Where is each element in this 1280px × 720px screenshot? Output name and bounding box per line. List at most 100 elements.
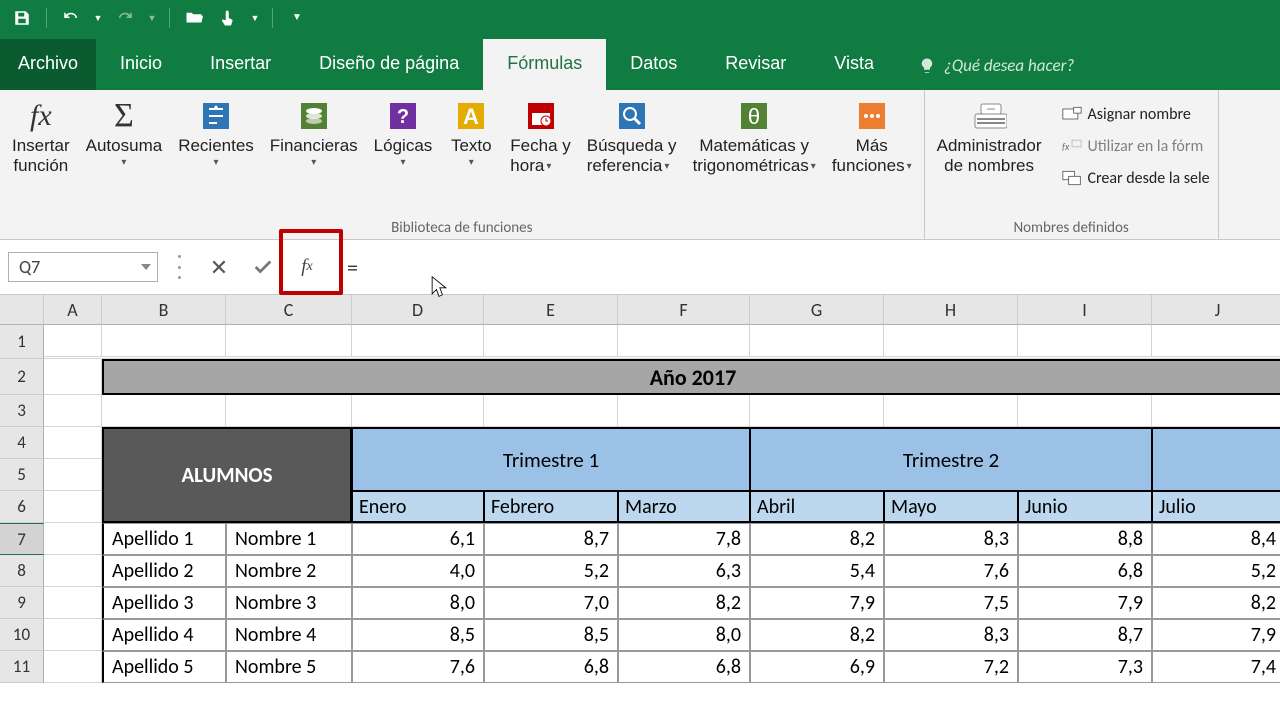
grade-cell[interactable]: 6,8 — [484, 651, 618, 683]
grade-cell[interactable]: 7,6 — [352, 651, 484, 683]
trimester-header[interactable]: Trimestre 1 — [352, 427, 750, 459]
row-header[interactable]: 5 — [0, 459, 44, 491]
row-header[interactable]: 6 — [0, 491, 44, 523]
row-header[interactable]: 10 — [0, 619, 44, 651]
select-all-corner[interactable] — [0, 295, 44, 325]
tab-data[interactable]: Datos — [606, 39, 701, 90]
column-header[interactable]: D — [352, 295, 484, 325]
grade-cell[interactable]: 7,3 — [1018, 651, 1152, 683]
undo-button[interactable] — [57, 4, 85, 32]
cell[interactable] — [44, 395, 102, 427]
cell[interactable] — [44, 325, 102, 357]
grade-cell[interactable]: 8,7 — [484, 523, 618, 555]
column-header[interactable]: B — [102, 295, 226, 325]
cell[interactable] — [484, 325, 618, 357]
grade-cell[interactable]: 8,3 — [884, 523, 1018, 555]
surname-cell[interactable]: Apellido 5 — [102, 651, 226, 683]
cell[interactable] — [884, 395, 1018, 427]
row-header[interactable]: 3 — [0, 395, 44, 427]
column-header[interactable]: C — [226, 295, 352, 325]
touch-mode-button[interactable] — [214, 4, 242, 32]
recent-functions-button[interactable]: Recientes▾ — [174, 94, 258, 168]
redo-dropdown[interactable]: ▼ — [145, 4, 159, 32]
cell[interactable] — [44, 587, 102, 619]
save-button[interactable] — [8, 4, 36, 32]
insert-function-button[interactable]: fx Insertarfunción — [8, 94, 74, 177]
cell[interactable] — [44, 619, 102, 651]
surname-cell[interactable]: Apellido 3 — [102, 587, 226, 619]
trimester-header-ext[interactable] — [1152, 459, 1280, 491]
cell[interactable] — [750, 325, 884, 357]
insert-function-fx-button[interactable]: fx — [285, 247, 329, 287]
name-manager-button[interactable]: Administradorde nombres — [933, 94, 1046, 177]
column-header[interactable]: F — [618, 295, 750, 325]
touch-mode-dropdown[interactable]: ▼ — [248, 4, 262, 32]
open-button[interactable] — [180, 4, 208, 32]
alumnos-header-ext[interactable] — [102, 491, 352, 523]
more-functions-button[interactable]: Másfunciones ▾ — [828, 94, 916, 177]
grade-cell[interactable]: 7,2 — [884, 651, 1018, 683]
grade-cell[interactable]: 8,0 — [352, 587, 484, 619]
month-header[interactable]: Julio — [1152, 491, 1280, 523]
cell[interactable] — [226, 325, 352, 357]
spreadsheet-grid[interactable]: A B C D E F G H I J 1 2 Año 2017 3 4 ALU… — [0, 295, 1280, 523]
grade-cell[interactable]: 6,9 — [750, 651, 884, 683]
grade-cell[interactable]: 8,2 — [1152, 587, 1280, 619]
month-header[interactable]: Febrero — [484, 491, 618, 523]
grade-cell[interactable]: 7,9 — [1018, 587, 1152, 619]
row-header[interactable]: 1 — [0, 325, 44, 359]
cell[interactable] — [44, 427, 102, 459]
cell[interactable] — [102, 395, 226, 427]
grade-cell[interactable]: 8,2 — [750, 619, 884, 651]
cell[interactable] — [102, 325, 226, 357]
text-functions-button[interactable]: A Texto▾ — [444, 94, 498, 168]
column-header[interactable]: J — [1152, 295, 1280, 325]
row-header[interactable]: 9 — [0, 587, 44, 619]
cell[interactable] — [352, 395, 484, 427]
month-header[interactable]: Junio — [1018, 491, 1152, 523]
month-header[interactable]: Marzo — [618, 491, 750, 523]
cell[interactable] — [884, 325, 1018, 357]
cell[interactable] — [1152, 325, 1280, 357]
row-header[interactable]: 2 — [0, 359, 44, 395]
surname-cell[interactable]: Apellido 2 — [102, 555, 226, 587]
grade-cell[interactable]: 8,4 — [1152, 523, 1280, 555]
cell[interactable] — [1018, 395, 1152, 427]
column-header[interactable]: E — [484, 295, 618, 325]
financial-functions-button[interactable]: Financieras▾ — [266, 94, 362, 168]
tab-file[interactable]: Archivo — [0, 39, 96, 90]
row-header[interactable]: 8 — [0, 555, 44, 587]
cell[interactable] — [618, 325, 750, 357]
column-header[interactable]: H — [884, 295, 1018, 325]
surname-cell[interactable]: Apellido 1 — [102, 523, 226, 555]
grade-cell[interactable]: 5,2 — [484, 555, 618, 587]
lookup-functions-button[interactable]: Búsqueda yreferencia ▾ — [583, 94, 681, 177]
grade-cell[interactable]: 6,1 — [352, 523, 484, 555]
name-box-dropdown-icon[interactable] — [141, 264, 151, 270]
month-header[interactable]: Enero — [352, 491, 484, 523]
cell[interactable] — [44, 651, 102, 683]
name-cell[interactable]: Nombre 5 — [226, 651, 352, 683]
grade-cell[interactable]: 8,5 — [484, 619, 618, 651]
grade-cell[interactable]: 8,2 — [618, 587, 750, 619]
month-header[interactable]: Abril — [750, 491, 884, 523]
tab-insert[interactable]: Insertar — [186, 39, 295, 90]
grade-cell[interactable]: 8,2 — [750, 523, 884, 555]
name-cell[interactable]: Nombre 3 — [226, 587, 352, 619]
customize-qat-button[interactable]: ▼ — [283, 4, 311, 32]
redo-button[interactable] — [111, 4, 139, 32]
trimester-header[interactable] — [1152, 427, 1280, 459]
create-from-selection-button[interactable]: Crear desde la sele — [1062, 164, 1210, 192]
cell[interactable] — [44, 359, 102, 395]
logical-functions-button[interactable]: ? Lógicas▾ — [370, 94, 437, 168]
cell[interactable] — [44, 491, 102, 523]
grade-cell[interactable]: 7,8 — [618, 523, 750, 555]
column-header[interactable]: I — [1018, 295, 1152, 325]
cell[interactable] — [750, 395, 884, 427]
grade-cell[interactable]: 7,0 — [484, 587, 618, 619]
grade-cell[interactable]: 8,5 — [352, 619, 484, 651]
row-header[interactable]: 7 — [0, 523, 44, 555]
grade-cell[interactable]: 8,8 — [1018, 523, 1152, 555]
grade-cell[interactable]: 8,7 — [1018, 619, 1152, 651]
name-box[interactable]: Q7 — [8, 252, 158, 282]
